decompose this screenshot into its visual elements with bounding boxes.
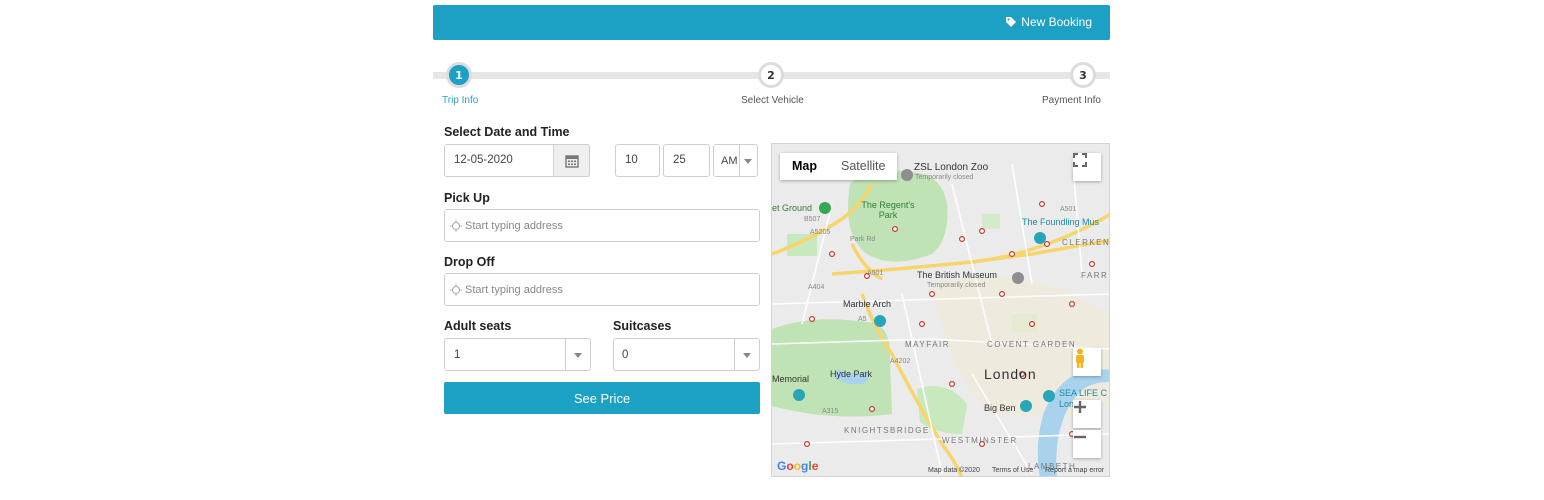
dropoff-placeholder: Start typing address [465,284,563,296]
map-view[interactable]: ZSL London Zoo Temporarily closed et Gro… [771,143,1110,477]
map-type-satellite-button[interactable]: Satellite [829,153,897,180]
calendar-button[interactable] [553,144,590,177]
map-label-westminster: WESTMINSTER [942,436,1018,445]
map-type-control: Map Satellite [780,153,898,180]
pickup-placeholder: Start typing address [465,220,563,232]
map-label-knightsbridge: KNIGHTSBRIDGE [844,426,930,435]
header-bar: New Booking [433,5,1110,40]
map-label-ground: et Ground [772,203,813,213]
road-label-a315: A315 [822,408,839,415]
map-label-farr: FARRI [1081,271,1110,280]
hour-input[interactable]: 10 [615,144,660,177]
step-3-label[interactable]: Payment Info [1042,95,1101,106]
map-type-map-button[interactable]: Map [780,153,829,180]
adult-seats-value: 1 [454,349,461,361]
fullscreen-button[interactable] [1073,153,1101,181]
road-label-a404: A404 [808,284,825,291]
calendar-icon [564,154,579,168]
chevron-down-icon [744,159,752,164]
google-logo[interactable]: Google [777,459,818,473]
map-data-text: Map data ©2020 [928,467,980,474]
map-canvas [772,144,1109,476]
map-label-zoo: ZSL London Zoo [914,162,989,173]
road-label-park-rd: Park Rd [850,236,876,243]
pickup-input[interactable]: Start typing address [444,209,760,242]
dropoff-input[interactable]: Start typing address [444,273,760,306]
suitcases-value: 0 [622,349,629,361]
zoom-in-button[interactable] [1073,400,1101,428]
map-label-sea-life: SEA LIFE C [1059,388,1108,398]
map-label-zoo-status: Temporarily closed [915,174,974,181]
map-label-bm-status: Temporarily closed [927,282,986,289]
road-label-a501: A501 [867,270,884,277]
map-label-mayfair: MAYFAIR [905,340,951,349]
minute-value: 25 [673,154,686,166]
ampm-select[interactable]: AM [713,144,758,177]
chevron-down-icon [743,353,751,358]
step-3-circle[interactable]: 3 [1070,62,1096,88]
pickup-label: Pick Up [444,191,490,205]
map-label-london: London [984,366,1037,382]
terms-link[interactable]: Terms of Use [992,467,1033,474]
report-error-link[interactable]: Report a map error [1045,467,1104,474]
dropoff-label: Drop Off [444,255,495,269]
adult-seats-select[interactable]: 1 [444,338,591,371]
new-booking-button[interactable]: New Booking [1005,15,1092,29]
street-view-button[interactable] [1073,348,1101,376]
adult-seats-label: Adult seats [444,319,512,333]
date-time-label: Select Date and Time [444,125,570,139]
step-3-number: 3 [1079,68,1087,82]
step-2-circle[interactable]: 2 [758,62,784,88]
suitcases-label: Suitcases [613,319,672,333]
map-label-memorial: Memorial [772,374,810,384]
step-2-label[interactable]: Select Vehicle [741,95,804,106]
map-label-hyde-park: Hyde Park [830,369,873,379]
pegman-icon [1076,348,1084,368]
see-price-button[interactable]: See Price [444,382,760,414]
step-1-number: 1 [455,68,463,82]
map-label-sea-life-2: Lon [1059,399,1075,409]
map-label-big-ben: Big Ben [984,403,1016,413]
map-label-regents-park: The Regent's Park [861,200,915,220]
map-label-foundling: The Foundling Mus [1022,217,1100,227]
minute-input[interactable]: 25 [663,144,710,177]
map-label-marble-arch: Marble Arch [843,299,892,309]
step-2-number: 2 [767,68,775,82]
road-label-a5: A5 [858,316,867,323]
date-value: 12-05-2020 [454,154,513,166]
crosshair-icon [450,284,462,296]
tag-icon [1006,17,1017,27]
hour-value: 10 [625,154,638,166]
ampm-value: AM [721,155,738,167]
fullscreen-icon [1073,153,1087,167]
zoom-out-button[interactable] [1073,430,1101,458]
crosshair-icon [450,220,462,232]
road-label-a501b: A501 [1060,206,1077,213]
map-label-clerken: CLERKEN [1062,238,1110,247]
road-label-a4202: A4202 [890,358,911,365]
road-label-a5205: A5205 [810,229,831,236]
step-1-label[interactable]: Trip Info [442,95,478,106]
map-label-covent-garden: COVENT GARDEN [987,340,1077,349]
chevron-down-icon [574,353,582,358]
map-label-british-museum: The British Museum [917,270,998,280]
road-label-b507: B507 [804,216,821,223]
plus-icon [1074,401,1086,413]
new-booking-label: New Booking [1021,15,1092,29]
step-1-circle[interactable]: 1 [446,62,472,88]
suitcases-select[interactable]: 0 [613,338,760,371]
minus-icon [1074,435,1086,439]
